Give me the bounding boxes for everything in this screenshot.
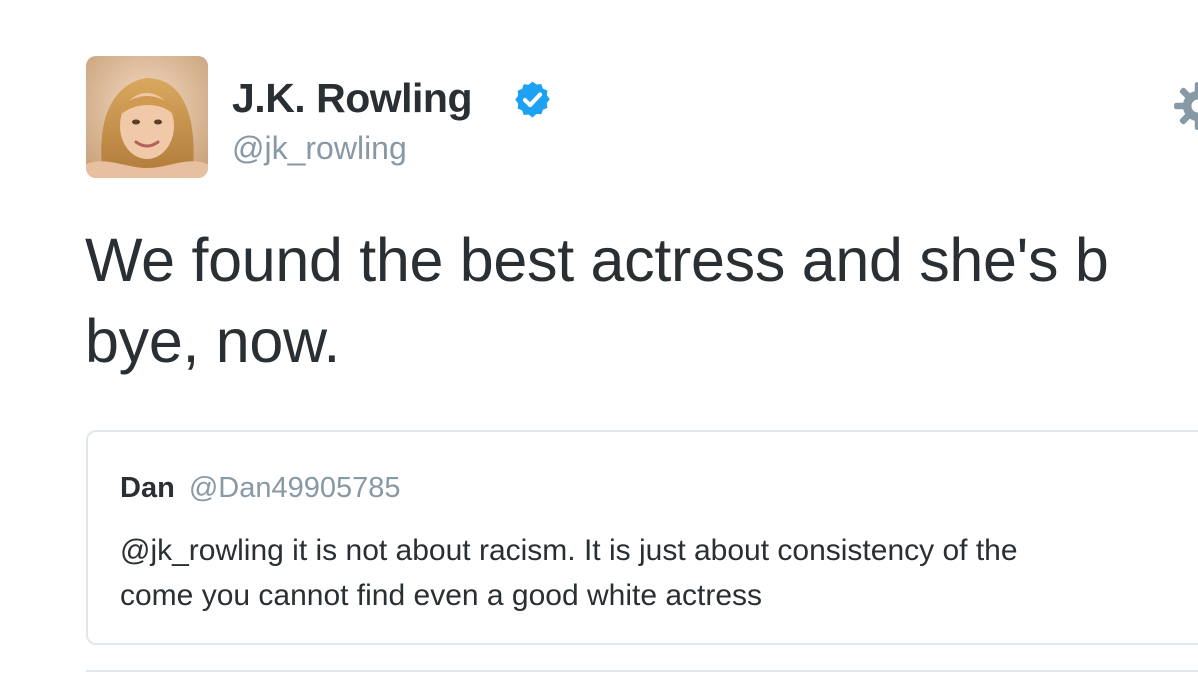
tweet-text: We found the best actress and she's b by…: [85, 220, 1198, 382]
quoted-author-name[interactable]: Dan: [120, 472, 175, 504]
quoted-author-handle[interactable]: @Dan49905785: [189, 472, 401, 504]
quoted-text-line: come you cannot find even a good white a…: [120, 579, 763, 612]
avatar-image: [86, 56, 208, 178]
quoted-text-line: @jk_rowling it is not about racism. It i…: [120, 534, 1018, 567]
author-avatar[interactable]: [86, 56, 208, 178]
quoted-tweet-card[interactable]: Dan @Dan49905785 @jk_rowling it is not a…: [86, 430, 1198, 645]
author-handle[interactable]: @jk_rowling: [232, 128, 407, 168]
tweet-text-line: We found the best actress and she's b: [85, 226, 1109, 294]
quoted-tweet-text: @jk_rowling it is not about racism. It i…: [120, 528, 1018, 618]
divider: [86, 670, 1198, 672]
gear-icon[interactable]: [1172, 80, 1198, 132]
quoted-tweet-header: Dan @Dan49905785: [120, 470, 401, 506]
author-display-name[interactable]: J.K. Rowling: [232, 70, 473, 126]
verified-badge-icon: [515, 81, 550, 118]
tweet-text-line: bye, now.: [85, 307, 341, 375]
